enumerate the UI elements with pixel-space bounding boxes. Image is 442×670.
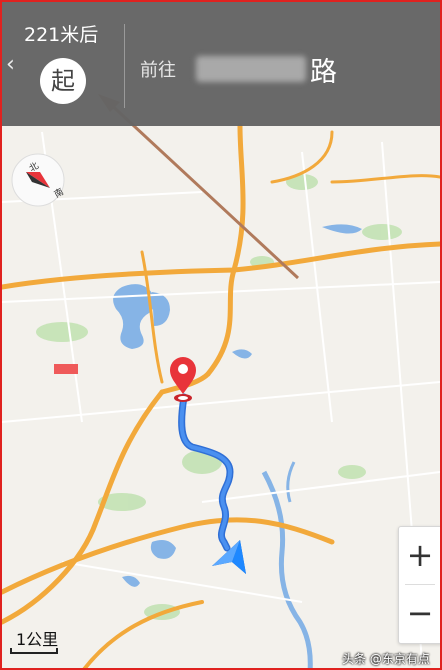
zoom-in-button[interactable]: + bbox=[399, 527, 440, 583]
map-screen: 北 南 ‹ 221米后 起 前往 路 + − 1公里 头条 @东京有点冷 bbox=[0, 0, 442, 670]
map-label-badge bbox=[54, 364, 78, 374]
zoom-control: + − bbox=[398, 526, 440, 644]
road-name-suffix: 路 bbox=[310, 57, 337, 88]
navigation-header: ‹ 221米后 起 前往 路 bbox=[2, 2, 440, 126]
watermark: 头条 @东京有点冷 bbox=[342, 652, 430, 666]
back-chevron-icon[interactable]: ‹ bbox=[6, 52, 15, 77]
header-divider bbox=[124, 24, 125, 108]
road-name-redacted bbox=[196, 56, 306, 82]
toward-label: 前往 bbox=[140, 60, 176, 81]
zoom-out-button[interactable]: − bbox=[399, 585, 440, 641]
start-badge: 起 bbox=[40, 58, 86, 104]
scale-bar bbox=[10, 648, 58, 654]
scale-label: 1公里 bbox=[16, 630, 59, 649]
turn-distance: 221米后 bbox=[24, 24, 99, 46]
